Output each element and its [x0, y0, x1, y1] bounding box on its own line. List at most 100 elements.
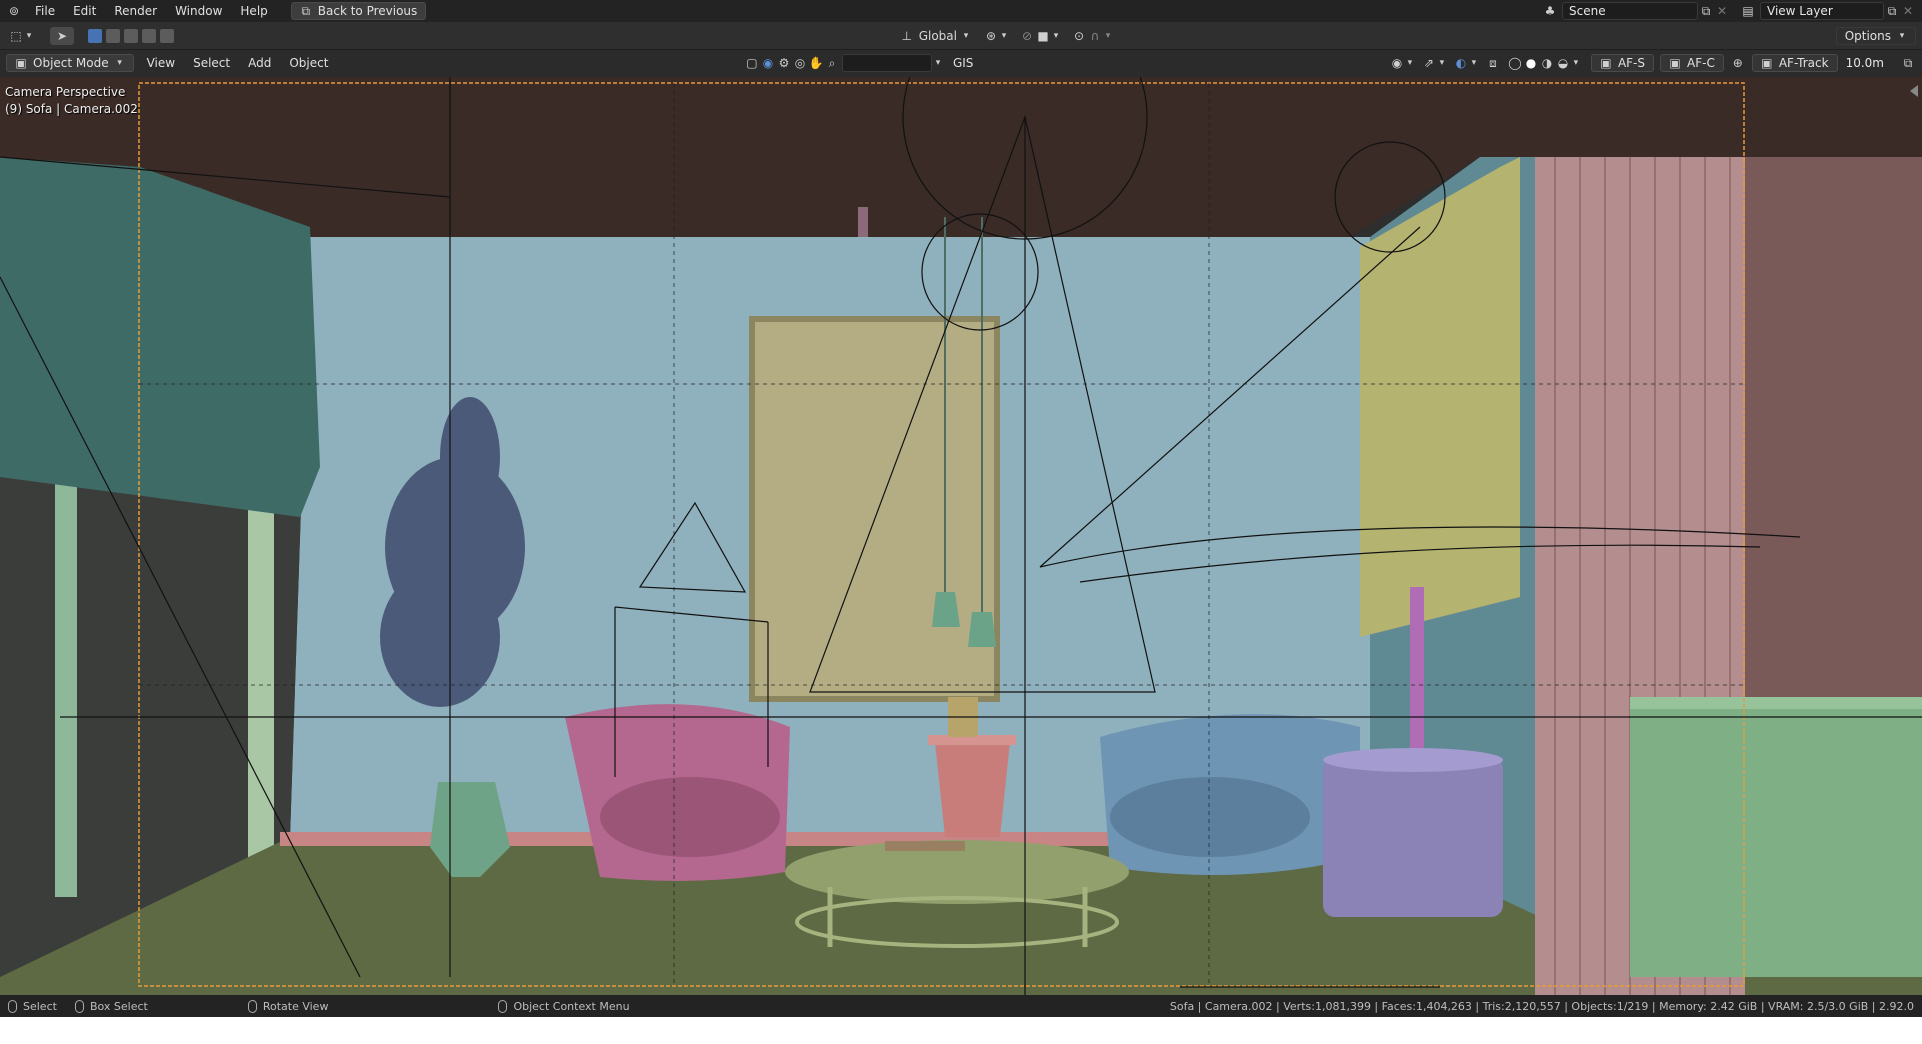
gis-menu[interactable]: GIS	[944, 52, 982, 74]
chevron-down-icon[interactable]: ▾	[1571, 55, 1581, 71]
menu-edit[interactable]: Edit	[64, 0, 105, 22]
scene-render	[0, 77, 1922, 995]
pivot-point-icon[interactable]: ⊛	[983, 28, 999, 44]
gizmo-icon[interactable]: ⚙	[776, 55, 792, 71]
new-view-layer-icon[interactable]: ⧉	[1884, 3, 1900, 19]
status-context-menu: Object Context Menu	[513, 999, 630, 1013]
menu-render[interactable]: Render	[105, 0, 166, 22]
close-view-layer-icon[interactable]: ✕	[1900, 3, 1916, 19]
scene-field[interactable]: Scene	[1562, 2, 1698, 20]
object-mode-icon: ▣	[15, 56, 27, 70]
chevron-down-icon[interactable]: ▾	[1437, 55, 1447, 71]
search-input[interactable]	[841, 54, 932, 72]
chevron-down-icon: ▾	[117, 58, 122, 68]
menu-object[interactable]: Object	[280, 52, 337, 74]
picture-frame	[749, 316, 1000, 702]
menu-file[interactable]: File	[26, 0, 64, 22]
close-scene-icon[interactable]: ✕	[1714, 3, 1730, 19]
select-mode-subtract-icon[interactable]	[124, 28, 138, 43]
chevron-down-icon[interactable]: ▾	[1051, 28, 1061, 44]
material-shading-icon[interactable]: ◑	[1539, 55, 1555, 71]
snap-target-icon[interactable]: ■	[1035, 28, 1051, 44]
scene-icon[interactable]: ♣	[1542, 3, 1558, 19]
chevron-down-icon[interactable]: ▾	[24, 28, 34, 44]
af-track-label: AF-Track	[1778, 56, 1829, 70]
viewport-header: ▣ Object Mode ▾ View Select Add Object ▢…	[0, 50, 1922, 76]
menu-help[interactable]: Help	[231, 0, 276, 22]
menu-select[interactable]: Select	[184, 52, 239, 74]
menu-add[interactable]: Add	[239, 52, 280, 74]
blender-logo-icon[interactable]: ⊚	[6, 3, 22, 19]
ceiling-lamp	[858, 207, 868, 237]
mode-value: Object Mode	[33, 56, 109, 70]
sidebar-toggle-icon[interactable]: ⧉	[1900, 55, 1916, 71]
menu-window[interactable]: Window	[166, 0, 231, 22]
status-bar: Select Box Select Rotate View Object Con…	[0, 995, 1922, 1017]
3d-viewport[interactable]: Camera Perspective (9) Sofa | Camera.002	[0, 77, 1922, 995]
chevron-down-icon[interactable]: ▾	[1469, 55, 1479, 71]
focus-icon[interactable]: ⊕	[1730, 55, 1746, 71]
chevron-down-icon[interactable]: ▾	[999, 28, 1009, 44]
view-layer-field[interactable]: View Layer	[1760, 2, 1884, 20]
camera-icon: ▣	[1761, 56, 1773, 70]
select-mode-new-icon[interactable]	[88, 28, 102, 43]
select-mode-intersect-icon[interactable]	[160, 28, 174, 43]
mouse-drag-icon	[74, 999, 84, 1013]
right-cabinet	[1630, 697, 1922, 977]
book	[885, 841, 965, 851]
gizmo-group: ▢ ◉ ⚙ ◎ ✋ ⌕ ▾ GIS	[744, 52, 982, 74]
chevron-down-icon[interactable]: ▾	[1103, 28, 1113, 44]
top-menubar: ⊚ File Edit Render Window Help ⧉ Back to…	[0, 0, 1922, 22]
overlay-icon[interactable]: ◎	[792, 55, 808, 71]
select-mode-invert-icon[interactable]	[142, 28, 156, 43]
search-icon[interactable]: ⌕	[824, 55, 840, 71]
transform-gizmo-icon[interactable]: ⇗	[1421, 55, 1437, 71]
back-to-previous-button[interactable]: ⧉ Back to Previous	[290, 2, 427, 20]
camera-icon: ▣	[1600, 56, 1612, 70]
hand-icon[interactable]: ✋	[808, 55, 824, 71]
orientation-icon[interactable]: ⊥	[899, 28, 915, 44]
scene-name: Scene	[1569, 4, 1606, 18]
af-s-button[interactable]: ▣ AF-S	[1590, 54, 1654, 72]
back-icon: ⧉	[301, 4, 311, 18]
af-c-button[interactable]: ▣ AF-C	[1660, 54, 1724, 72]
xray-icon[interactable]: ⧈	[1485, 55, 1501, 71]
af-track-button[interactable]: ▣ AF-Track	[1751, 54, 1838, 72]
mode-dropdown[interactable]: ▣ Object Mode ▾	[6, 54, 134, 72]
wireframe-shading-icon[interactable]: ◯	[1507, 55, 1523, 71]
select-mode-extend-icon[interactable]	[106, 28, 120, 43]
mouse-right-icon	[498, 999, 508, 1013]
distance-value[interactable]: 10.0m	[1846, 56, 1884, 70]
view-layer-icon[interactable]: ▤	[1740, 3, 1756, 19]
chevron-down-icon: ▾	[1899, 30, 1905, 41]
viewport-overlays-icon[interactable]: ◐	[1453, 55, 1469, 71]
menu-view[interactable]: View	[138, 52, 184, 74]
scene-statistics: Sofa | Camera.002 | Verts:1,081,399 | Fa…	[1169, 999, 1914, 1013]
solid-shading-toggle-icon[interactable]: ◉	[760, 55, 776, 71]
solid-shading-icon[interactable]: ●	[1523, 55, 1539, 71]
chevron-down-icon[interactable]: ▾	[1405, 55, 1415, 71]
visibility-eye-icon[interactable]: ◉	[1389, 55, 1405, 71]
status-select: Select	[23, 999, 57, 1013]
object-types-icon[interactable]: ▢	[744, 55, 760, 71]
mouse-left-icon	[8, 999, 17, 1013]
chevron-down-icon: ▾	[963, 30, 969, 41]
pendant-light-right	[968, 612, 996, 647]
proportional-edit-icon[interactable]: ⊙	[1071, 28, 1087, 44]
transform-orientation-dropdown[interactable]: Global ▾	[919, 28, 971, 44]
snap-icon[interactable]: ⊘	[1019, 28, 1035, 44]
status-box-select: Box Select	[89, 999, 148, 1013]
camera-perspective-label: Camera Perspective	[5, 85, 126, 99]
editor-type-icon[interactable]: ⬚	[8, 28, 24, 44]
new-scene-icon[interactable]: ⧉	[1698, 3, 1714, 19]
rendered-shading-icon[interactable]: ◒	[1555, 55, 1571, 71]
falloff-icon[interactable]: ∩	[1087, 28, 1103, 44]
far-right-curtain	[1745, 157, 1922, 777]
chevron-down-icon[interactable]: ▾	[932, 55, 944, 71]
side-table	[1323, 757, 1503, 917]
select-tool-button[interactable]: ➤	[50, 26, 74, 45]
view-layer-name: View Layer	[1767, 4, 1833, 18]
options-button[interactable]: Options ▾	[1835, 26, 1916, 45]
mouse-middle-icon	[247, 999, 257, 1013]
select-mode-group	[86, 28, 176, 43]
